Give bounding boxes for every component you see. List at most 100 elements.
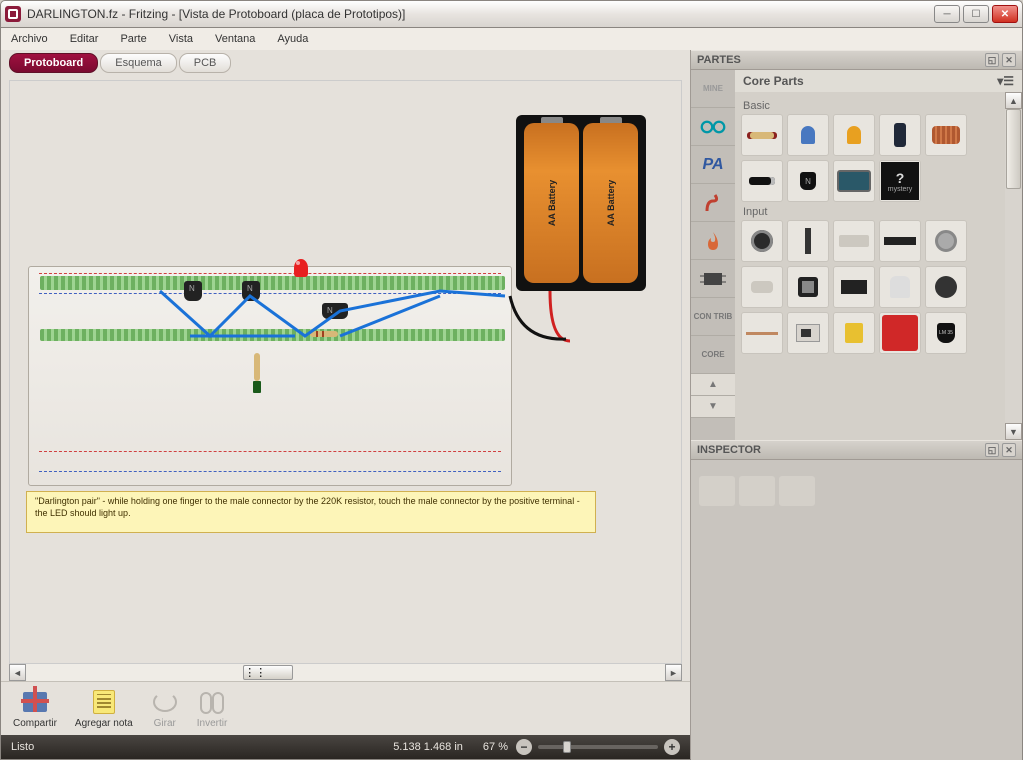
part-piezo[interactable] [925, 266, 967, 308]
scroll-up-button[interactable]: ▲ [1005, 92, 1022, 109]
menu-vista[interactable]: Vista [165, 31, 197, 47]
sticky-note[interactable]: "Darlington pair" - while holding one fi… [26, 491, 596, 533]
ic-chip[interactable] [322, 303, 348, 319]
battery-pack[interactable]: AA Battery AA Battery [516, 115, 646, 291]
share-button[interactable]: Compartir [13, 688, 57, 729]
parts-menu-icon[interactable]: ▾☰ [997, 74, 1014, 88]
flip-button[interactable]: Invertir [197, 688, 228, 729]
panel-dock-button[interactable]: ◱ [985, 53, 999, 67]
part-slide-switch[interactable] [833, 220, 875, 262]
tab-pcb[interactable]: PCB [179, 53, 232, 73]
coords-text: 5.138 1.468 in [393, 741, 463, 753]
rotate-button[interactable]: Girar [151, 688, 179, 729]
menu-ayuda[interactable]: Ayuda [273, 31, 312, 47]
bin-fire[interactable] [691, 222, 735, 260]
inspector-close-button[interactable]: ✕ [1002, 443, 1016, 457]
bin-sparkfun[interactable] [691, 184, 735, 222]
add-note-button[interactable]: Agregar nota [75, 688, 133, 729]
part-toggle-switch[interactable] [833, 266, 875, 308]
panel-close-button[interactable]: ✕ [1002, 53, 1016, 67]
part-tilt-switch[interactable] [741, 266, 783, 308]
bin-parallax[interactable]: PA [691, 146, 735, 184]
rotate-label: Girar [154, 718, 176, 729]
transistor-2[interactable] [242, 281, 260, 301]
part-mystery[interactable]: ?mystery [879, 160, 921, 202]
bin-picaxe[interactable] [691, 260, 735, 298]
battery-cell-label: AA Battery [547, 180, 557, 226]
scroll-left-button[interactable]: ◄ [9, 664, 26, 681]
tie-row-top[interactable] [40, 329, 505, 341]
inspector-dock-button[interactable]: ◱ [985, 443, 999, 457]
tab-esquema[interactable]: Esquema [100, 53, 176, 73]
tab-protoboard[interactable]: Protoboard [9, 53, 98, 73]
window-title: DARLINGTON.fz - Fritzing - [Vista de Pro… [27, 7, 934, 21]
part-lm35[interactable]: LM 35 [925, 312, 967, 354]
parts-title: Core Parts [743, 74, 804, 88]
parts-vertical-scrollbar[interactable]: ▲ ▼ [1005, 92, 1022, 440]
bin-nav-down[interactable]: ▼ [691, 396, 735, 418]
zoom-out-button[interactable]: − [516, 739, 532, 755]
part-display[interactable] [833, 160, 875, 202]
scroll-thumb[interactable]: ⋮⋮ [243, 665, 293, 680]
zoom-thumb[interactable] [563, 741, 571, 753]
zoom-slider[interactable] [538, 745, 658, 749]
bin-arduino[interactable] [691, 108, 735, 146]
scroll-track[interactable]: ⋮⋮ [26, 664, 665, 681]
part-inductor[interactable] [925, 114, 967, 156]
flip-icon [200, 692, 224, 712]
menu-editar[interactable]: Editar [66, 31, 103, 47]
menu-ventana[interactable]: Ventana [211, 31, 259, 47]
power-rail-top[interactable] [40, 276, 505, 290]
inspector-panel-header: INSPECTOR ◱ ✕ [691, 440, 1022, 460]
bin-nav-up[interactable]: ▲ [691, 374, 735, 396]
part-transistor[interactable]: N [787, 160, 829, 202]
resistor-220[interactable] [310, 331, 338, 337]
menu-parte[interactable]: Parte [116, 31, 150, 47]
menu-archivo[interactable]: Archivo [7, 31, 52, 47]
maximize-button[interactable]: ☐ [963, 5, 989, 23]
zoom-in-button[interactable]: + [664, 739, 680, 755]
canvas[interactable]: AA Battery AA Battery "Darlington pair" … [9, 80, 682, 664]
connector-male[interactable] [253, 381, 261, 393]
inspector-slot[interactable] [779, 476, 815, 506]
part-ceramic-cap[interactable] [787, 114, 829, 156]
led[interactable] [294, 259, 308, 277]
minimize-button[interactable]: ─ [934, 5, 960, 23]
part-encoder[interactable] [741, 220, 783, 262]
part-rotary-knob[interactable] [925, 220, 967, 262]
part-pin-header[interactable] [879, 220, 921, 262]
horizontal-scrollbar[interactable]: ◄ ⋮⋮ ► [9, 664, 682, 681]
part-electrolytic-cap[interactable] [879, 114, 921, 156]
part-thermistor[interactable] [741, 312, 783, 354]
bin-mine[interactable]: MINE [691, 70, 735, 108]
bin-core[interactable]: CORE [691, 336, 735, 374]
scroll-track-v[interactable] [1005, 109, 1022, 423]
part-breakout-red[interactable] [879, 312, 921, 354]
parts-panel-title: PARTES [697, 54, 741, 66]
inspector-slot[interactable] [699, 476, 735, 506]
part-resistor[interactable] [741, 114, 783, 156]
breadboard[interactable] [28, 266, 512, 486]
inspector-slot[interactable] [739, 476, 775, 506]
part-tantalum-cap[interactable] [833, 114, 875, 156]
inspector-body [691, 460, 1022, 760]
scroll-down-button[interactable]: ▼ [1005, 423, 1022, 440]
part-yellow-connector[interactable] [833, 312, 875, 354]
close-button[interactable]: ✕ [992, 5, 1018, 23]
parts-bins: MINE PA CON TRIB CORE ▲ ▼ [691, 70, 735, 440]
part-slide-pot[interactable] [787, 220, 829, 262]
part-battery-clip[interactable] [879, 266, 921, 308]
rotate-icon [153, 692, 177, 712]
part-pushbutton[interactable] [787, 266, 829, 308]
bin-contrib[interactable]: CON TRIB [691, 298, 735, 336]
transistor-1[interactable] [184, 281, 202, 301]
menu-bar: Archivo Editar Parte Vista Ventana Ayuda [0, 28, 1023, 50]
window-controls: ─ ☐ ✕ [934, 5, 1018, 23]
scroll-right-button[interactable]: ► [665, 664, 682, 681]
note-text: "Darlington pair" - while holding one fi… [35, 496, 580, 518]
scroll-thumb-v[interactable] [1006, 109, 1021, 189]
resistor-220k[interactable] [254, 353, 260, 381]
part-diode[interactable] [741, 160, 783, 202]
antenna-icon [703, 193, 723, 213]
part-relay[interactable] [787, 312, 829, 354]
